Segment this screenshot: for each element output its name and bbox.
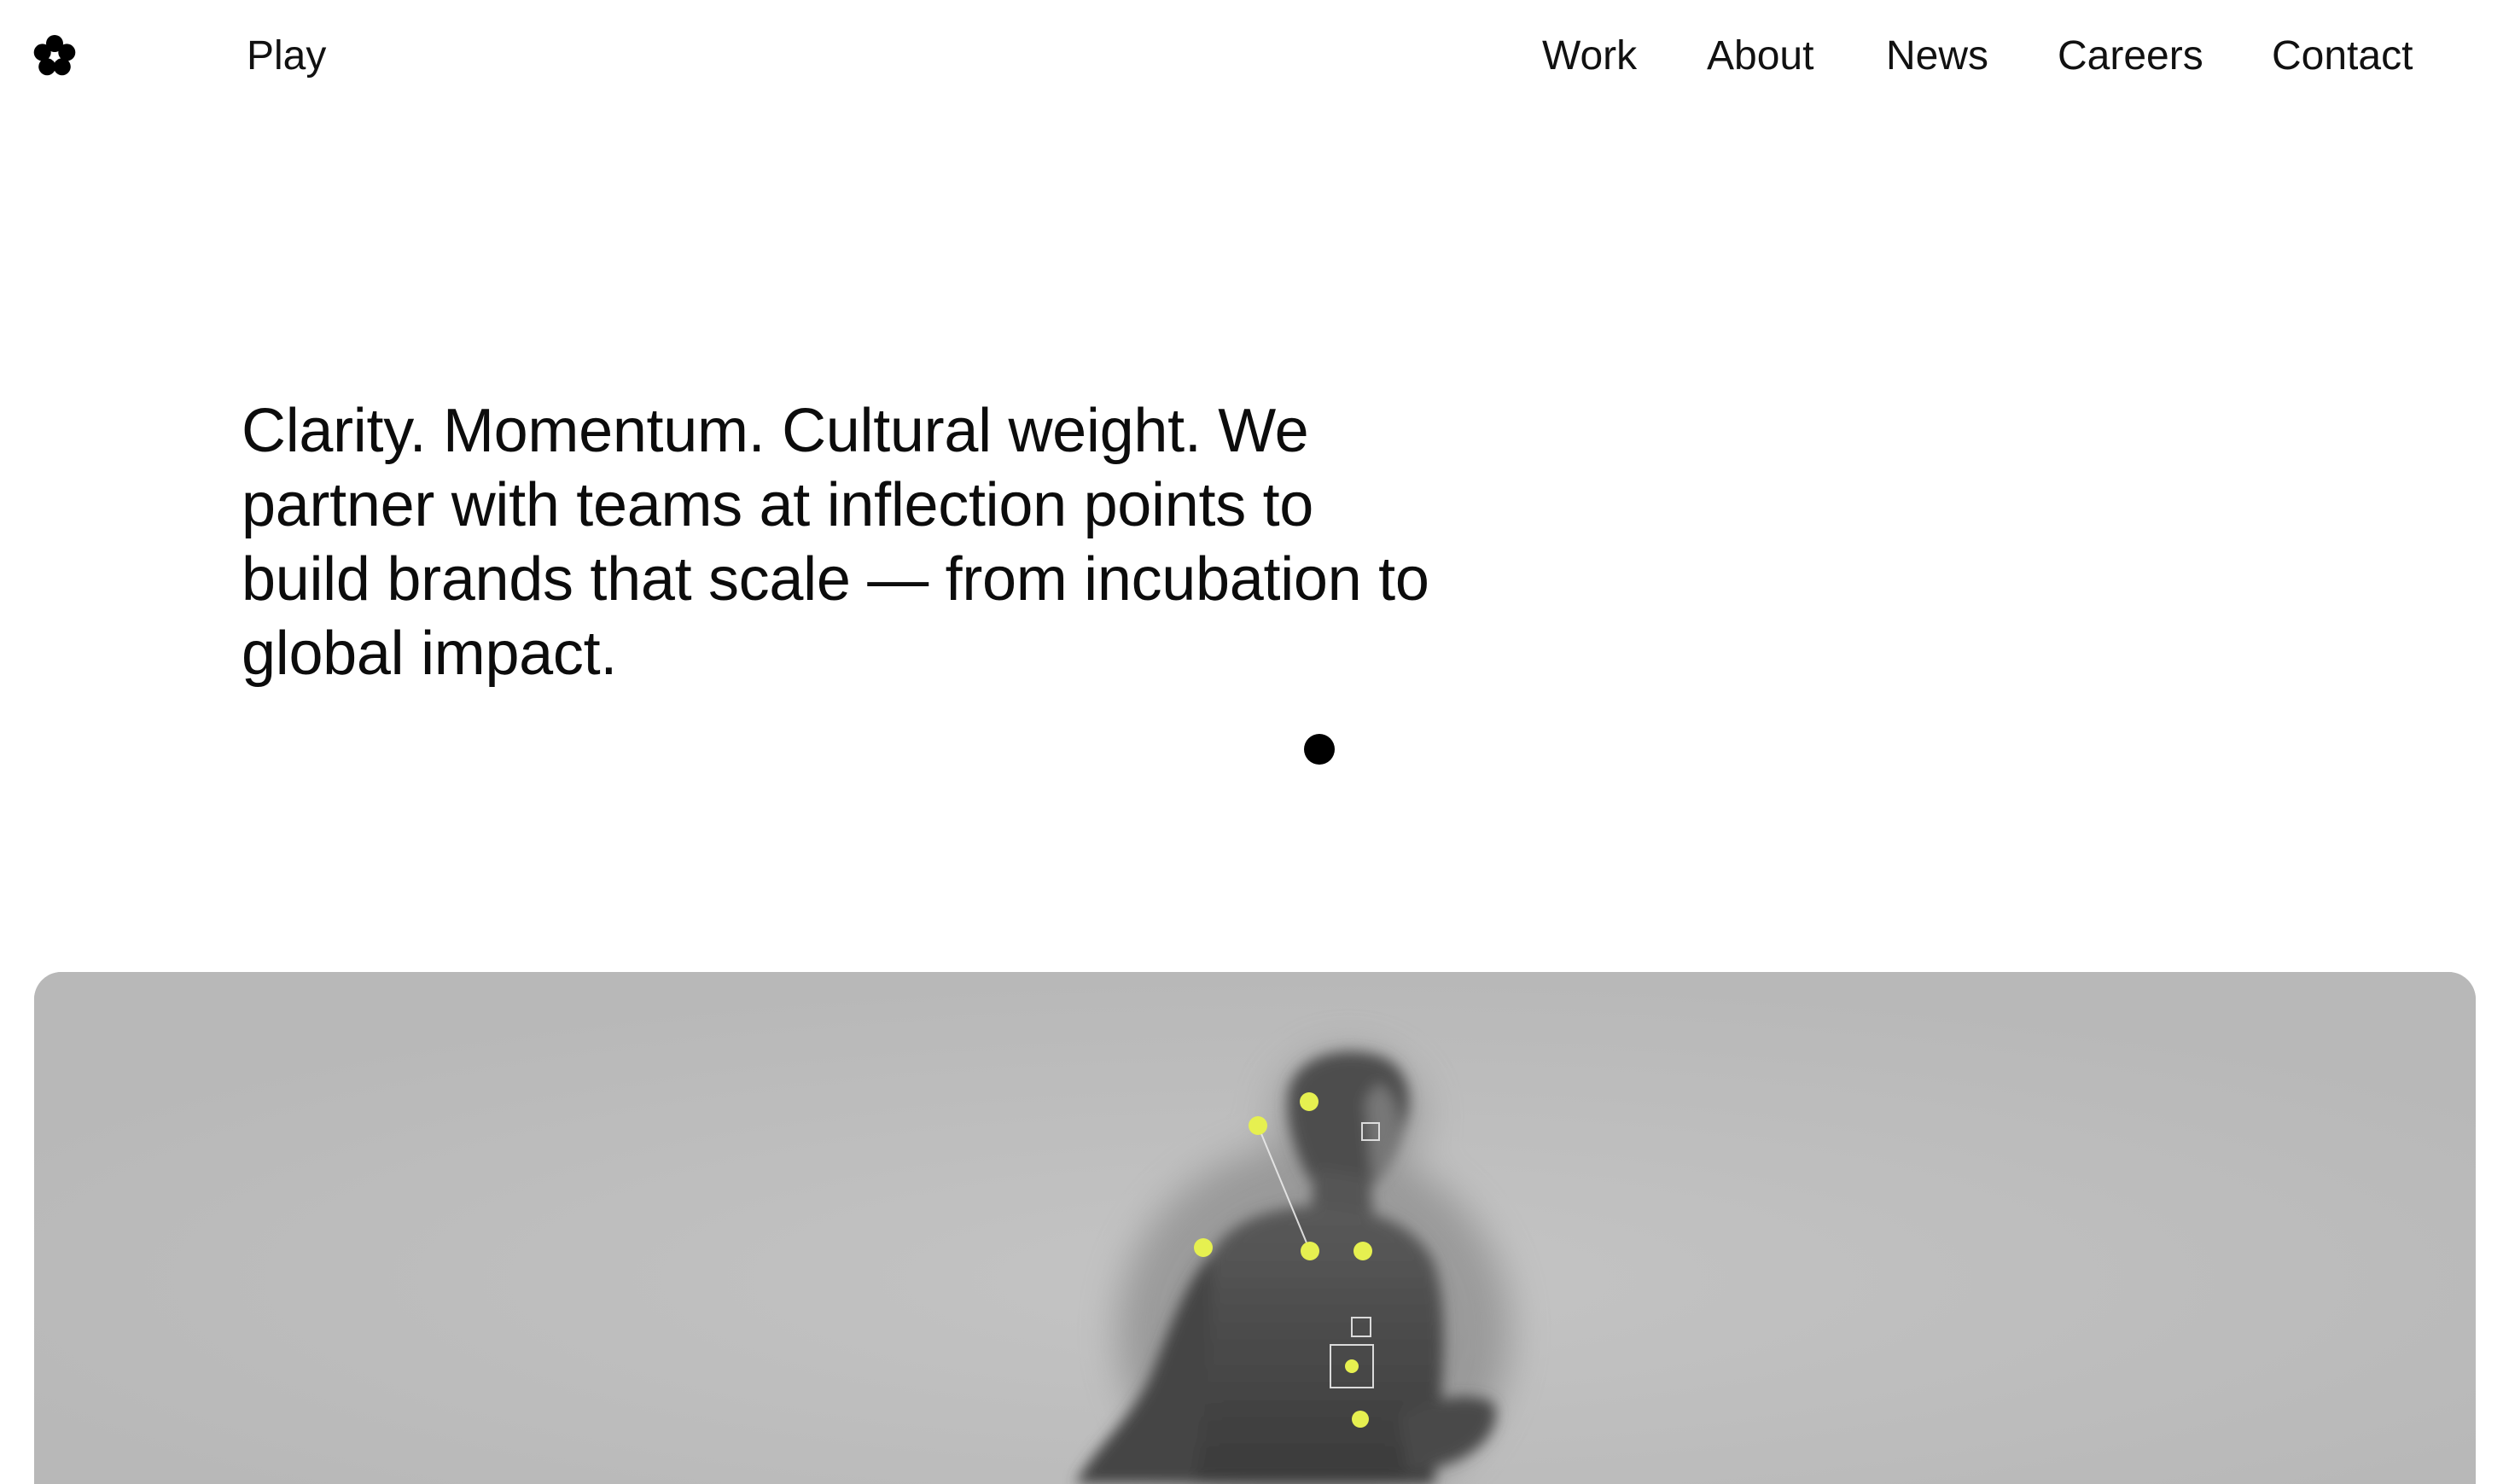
intro-statement: Clarity. Momentum. Cultural weight. We p… [242,397,1429,688]
nav-work[interactable]: Work [1542,32,1637,80]
nav-news[interactable]: News [1886,32,1988,80]
nav-about[interactable]: About [1707,32,1813,80]
main-nav: Work About News Careers Contact [0,32,2509,84]
motion-tracking-illustration [34,972,2476,1484]
nav-careers[interactable]: Careers [2058,32,2203,80]
site-header: Play Work About News Careers Contact [0,0,2509,119]
nav-contact[interactable]: Contact [2272,32,2413,80]
hero-image [34,972,2476,1484]
cursor-dot [1304,734,1335,765]
